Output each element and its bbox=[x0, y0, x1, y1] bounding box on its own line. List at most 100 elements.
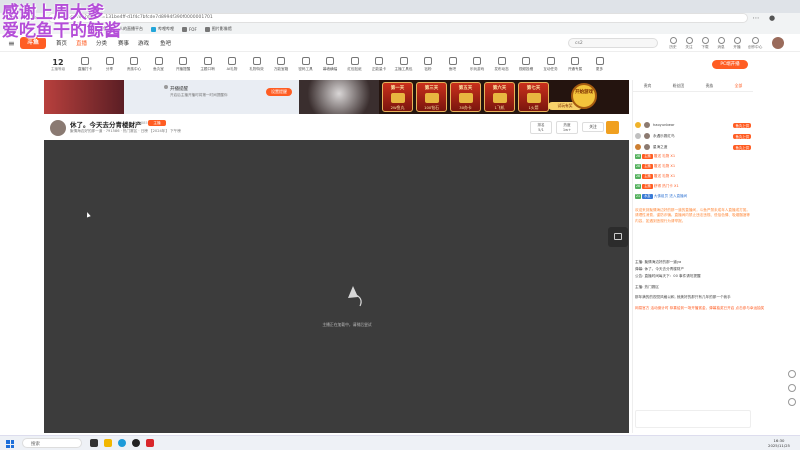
hot-box[interactable]: 热度 1w+ bbox=[556, 121, 578, 134]
chat-message: 主播: 聚情海边好的那一道ya bbox=[635, 260, 682, 264]
creator-icon[interactable]: 创作中心 bbox=[748, 37, 762, 50]
chat-message: 21 水友 大佛组员 进入直播间 bbox=[635, 194, 688, 199]
chat-message: 28 主播 赠送 礼物 X1 bbox=[635, 164, 676, 169]
profile-icon[interactable]: ● bbox=[768, 14, 776, 22]
toolbar-tool[interactable]: 礼物特效 bbox=[246, 57, 268, 72]
toolbar-tool[interactable]: 万能宝箱 bbox=[270, 57, 292, 72]
toolbar-tool[interactable]: 直播打卡 bbox=[74, 57, 96, 72]
tool-icon bbox=[105, 57, 114, 65]
rank-row[interactable]: haoyunbear 鱼丸上供 bbox=[635, 120, 751, 130]
reward-day: 第七天 1火箭 bbox=[518, 82, 549, 112]
tool-icon bbox=[326, 57, 334, 65]
toolbar-tool[interactable]: 乐玩游戏 bbox=[466, 57, 488, 72]
nav-games[interactable]: 游戏 bbox=[138, 39, 149, 47]
tool-icon bbox=[130, 57, 138, 65]
chat-message: 28 主播 获得 热门卡 X1 bbox=[635, 184, 679, 189]
toolbar-tool[interactable]: 视频投稿 bbox=[515, 57, 537, 72]
tool-label: 鱼丸宝 bbox=[153, 67, 164, 71]
banner-hero-image bbox=[299, 80, 379, 114]
toolbar-tool[interactable]: 鱼吧 bbox=[442, 57, 464, 72]
toolbar-tool[interactable]: 互动任务 bbox=[540, 57, 562, 72]
download-icon[interactable]: 下载 bbox=[698, 37, 712, 50]
tool-label: 万能宝箱 bbox=[273, 67, 289, 71]
bookmark-item[interactable]: 哔哩哔哩 bbox=[151, 26, 174, 32]
extensions-icon[interactable]: ⋯ bbox=[752, 14, 760, 22]
tab-noble[interactable]: 贵族 bbox=[706, 83, 714, 89]
toolbar-tool[interactable]: 鱼丸宝 bbox=[148, 57, 170, 72]
rank-row[interactable]: 永遇乐赛红鸟 鱼丸上供 bbox=[635, 131, 751, 141]
help-icon[interactable] bbox=[788, 370, 796, 378]
tool-label: 密码工具 bbox=[298, 67, 313, 71]
toolbar-tool[interactable]: 开通专属 bbox=[564, 57, 586, 72]
app-icon[interactable] bbox=[132, 439, 140, 447]
tool-icon bbox=[81, 57, 89, 65]
tool-label: 正能量卡 bbox=[371, 67, 387, 71]
tool-label: 开播提醒 bbox=[175, 67, 191, 71]
video-player[interactable]: 主播正在加载中，请稍后尝试 bbox=[44, 140, 629, 433]
subscribe-icon[interactable] bbox=[606, 121, 619, 134]
tool-label: 直播打卡 bbox=[77, 67, 93, 71]
address-bar[interactable]: douyu.com/1?dyshid=131be4ff-d1f4c7bfcde7… bbox=[48, 13, 748, 23]
start-game-button[interactable]: 开始游戏 bbox=[571, 83, 597, 109]
chat-panel: 贵宾 粉丝团 贵族 全部 haoyunbear 鱼丸上供 永遇乐赛红鸟 鱼丸上供 星… bbox=[632, 80, 764, 433]
toolbar-tool[interactable]: 正能量卡 bbox=[368, 57, 390, 72]
toolbar-tool[interactable]: 幕墙横幅 bbox=[319, 57, 341, 72]
gift-box-icon[interactable] bbox=[608, 227, 628, 247]
bookmark-item[interactable]: 图片影像馆 bbox=[204, 26, 232, 32]
tool-icon bbox=[522, 57, 530, 65]
chat-message: 弹幕: 休了。今天去分青楼财产 bbox=[635, 267, 685, 271]
bookmark-item[interactable]: FOF bbox=[182, 26, 197, 32]
app-icon[interactable] bbox=[90, 439, 98, 447]
toolbar-tool[interactable]: 主题口哨 bbox=[197, 57, 219, 72]
tool-icon bbox=[277, 57, 285, 65]
tab-all[interactable]: 全部 bbox=[735, 83, 743, 89]
anchor-avatar[interactable] bbox=[50, 120, 66, 136]
reminder-popup: 开播提醒 开启后主播开播时将第一时间提醒你 设置提醒 bbox=[124, 80, 304, 114]
toolbar-tool[interactable]: 分享 bbox=[99, 57, 121, 72]
toolbar-tool[interactable]: 密码工具 bbox=[295, 57, 317, 72]
follow-button[interactable]: 关注 bbox=[582, 122, 604, 132]
search-input[interactable]: cs2 bbox=[568, 38, 658, 48]
tool-icon bbox=[399, 57, 408, 65]
history-icon[interactable]: 历史 bbox=[666, 37, 680, 50]
room-tag: 主播 bbox=[148, 120, 166, 126]
feedback-icon[interactable] bbox=[788, 384, 796, 392]
toolbar-tool[interactable]: 贵族中心 bbox=[123, 57, 145, 72]
toolbar-tool[interactable]: 发布动态 bbox=[491, 57, 513, 72]
clock[interactable]: 16:30 2025/11/25 bbox=[764, 438, 794, 448]
rank-box[interactable]: 排名 5/1 bbox=[530, 121, 552, 134]
browser-icon[interactable] bbox=[118, 439, 126, 447]
toolbar-tool[interactable]: 红包贴纸 bbox=[344, 57, 366, 72]
toolbar-tool[interactable]: 更多 bbox=[589, 57, 611, 72]
chat-input[interactable] bbox=[635, 410, 751, 428]
reward-day: 第六天 1飞机 bbox=[484, 82, 515, 112]
tab-vip[interactable]: 贵宾 bbox=[644, 83, 652, 89]
toolbar-tool[interactable]: 主播工具包 bbox=[393, 57, 415, 72]
app-icon[interactable] bbox=[146, 439, 154, 447]
reward-day: 第五天 30办卡 bbox=[450, 82, 481, 112]
toolbar-tool[interactable]: 开播提醒 bbox=[172, 57, 194, 72]
user-avatar[interactable] bbox=[772, 37, 784, 49]
tool-label: 互动任务 bbox=[543, 67, 558, 71]
toolbar-tool[interactable]: AI礼物 bbox=[221, 57, 243, 72]
tab-fans[interactable]: 粉丝团 bbox=[673, 83, 684, 89]
nav-fishbar[interactable]: 鱼吧 bbox=[160, 39, 171, 47]
message-icon[interactable]: 消息 bbox=[714, 37, 728, 50]
tool-icon bbox=[546, 57, 555, 65]
rank-row[interactable]: 星海之渡 鱼丸上供 bbox=[635, 142, 751, 152]
taskbar-search[interactable]: 搜索 bbox=[22, 438, 82, 448]
start-icon[interactable] bbox=[6, 440, 14, 448]
toolbar-tool[interactable]: 钻粉 bbox=[417, 57, 439, 72]
room-info-bar: 休了。今天去分青楼财产 9158858 主播 聚情海边好的那一道 · 79158… bbox=[44, 117, 629, 139]
top-icon[interactable] bbox=[788, 398, 796, 406]
follow-icon[interactable]: 关注 bbox=[682, 37, 696, 50]
tool-label: 视频投稿 bbox=[518, 67, 534, 71]
set-reminder-button[interactable]: 设置提醒 bbox=[266, 88, 292, 96]
folder-icon[interactable] bbox=[104, 439, 112, 447]
tool-label: 礼物特效 bbox=[249, 67, 264, 71]
tool-icon bbox=[571, 57, 579, 65]
pc-broadcast-button[interactable]: PC端开播 bbox=[712, 60, 748, 69]
broadcast-icon[interactable]: 开播 bbox=[730, 37, 744, 50]
promo-banner[interactable]: 开播提醒 开启后主播开播时将第一时间提醒你 设置提醒 第一天 2W鱼丸 第三天 10… bbox=[44, 80, 629, 114]
overlay-text-line2: 爱吃鱼干的鲸酱 bbox=[2, 21, 121, 41]
